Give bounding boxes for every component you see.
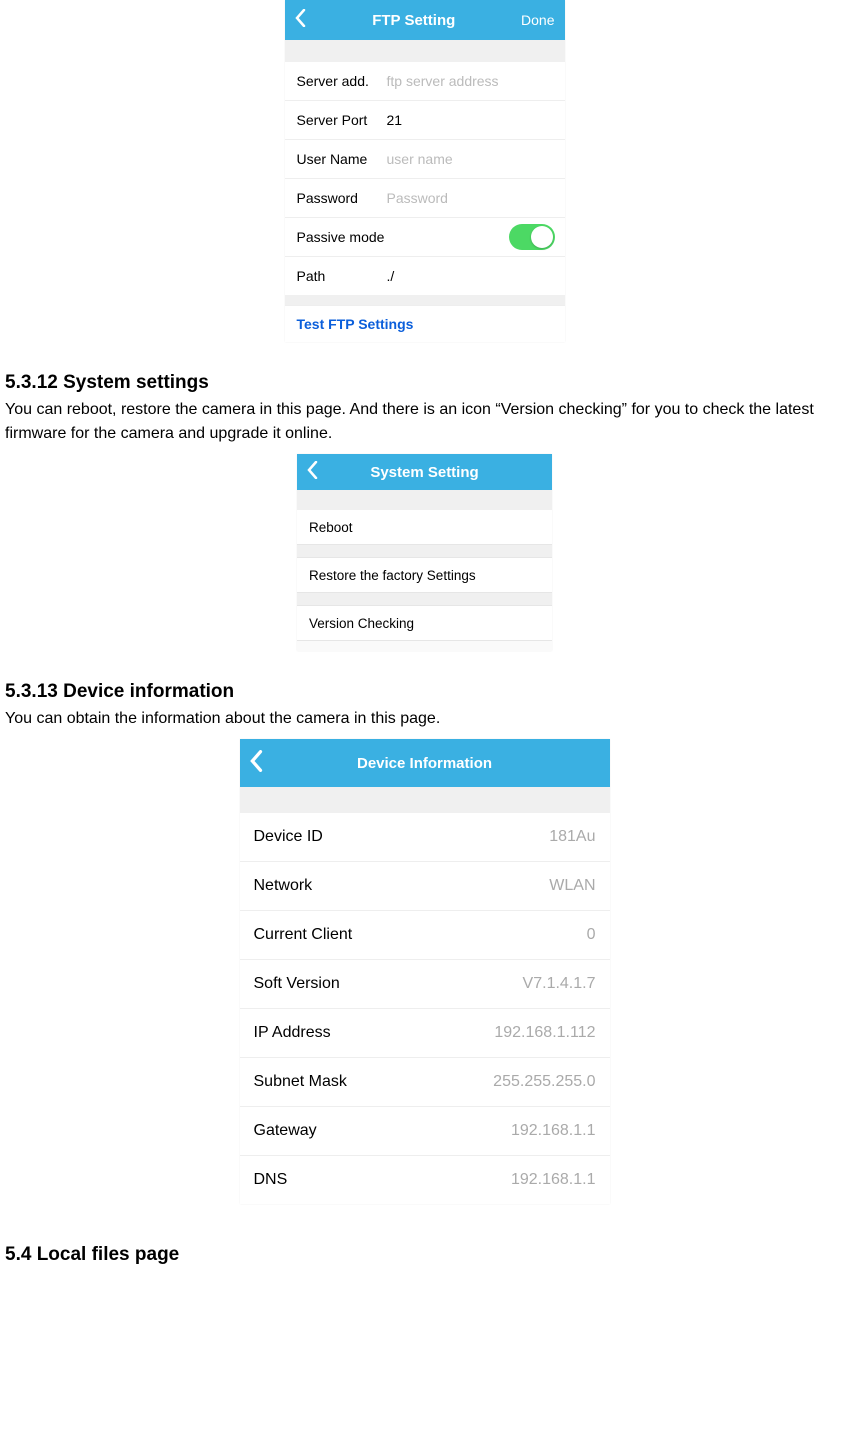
system-title: System Setting	[319, 464, 530, 481]
spacer	[297, 490, 552, 510]
spacer	[285, 40, 565, 62]
dns-row: DNS 192.168.1.1	[240, 1156, 610, 1204]
dns-label: DNS	[254, 1171, 288, 1189]
back-icon[interactable]	[250, 750, 264, 777]
gateway-label: Gateway	[254, 1122, 317, 1140]
device-information-screenshot: Device Information Device ID 181Au Netwo…	[240, 739, 610, 1204]
restore-label: Restore the factory Settings	[309, 568, 476, 583]
spacer	[240, 787, 610, 813]
spacer	[297, 544, 552, 558]
device-id-value: 181Au	[549, 828, 595, 846]
device-id-row: Device ID 181Au	[240, 813, 610, 862]
network-row: Network WLAN	[240, 862, 610, 911]
reboot-row[interactable]: Reboot	[297, 510, 552, 544]
server-port-input[interactable]: 21	[387, 112, 403, 128]
heading-system-settings: 5.3.12 System settings	[5, 372, 844, 394]
password-label: Password	[297, 190, 387, 206]
soft-version-value: V7.1.4.1.7	[523, 975, 596, 993]
path-row[interactable]: Path ./	[285, 257, 565, 295]
password-row[interactable]: Password Password	[285, 179, 565, 218]
server-port-row[interactable]: Server Port 21	[285, 101, 565, 140]
body-system-settings: You can reboot, restore the camera in th…	[5, 398, 844, 446]
device-title: Device Information	[264, 755, 586, 772]
heading-device-information: 5.3.13 Device information	[5, 681, 844, 703]
current-client-value: 0	[587, 926, 596, 944]
device-header: Device Information	[240, 739, 610, 787]
ftp-title: FTP Setting	[307, 12, 522, 29]
current-client-label: Current Client	[254, 926, 353, 944]
path-label: Path	[297, 268, 387, 284]
system-header: System Setting	[297, 454, 552, 490]
passive-mode-label: Passive mode	[297, 229, 385, 245]
user-name-row[interactable]: User Name user name	[285, 140, 565, 179]
passive-mode-row: Passive mode	[285, 218, 565, 257]
reboot-label: Reboot	[309, 520, 353, 535]
subnet-mask-value: 255.255.255.0	[493, 1073, 595, 1091]
gateway-value: 192.168.1.1	[511, 1122, 596, 1140]
user-name-input[interactable]: user name	[387, 151, 453, 167]
back-icon[interactable]	[307, 461, 319, 483]
version-checking-row[interactable]: Version Checking	[297, 606, 552, 640]
ftp-header: FTP Setting Done	[285, 0, 565, 40]
server-port-label: Server Port	[297, 112, 387, 128]
soft-version-row: Soft Version V7.1.4.1.7	[240, 960, 610, 1009]
network-value: WLAN	[549, 877, 595, 895]
restore-row[interactable]: Restore the factory Settings	[297, 558, 552, 592]
network-label: Network	[254, 877, 313, 895]
dns-value: 192.168.1.1	[511, 1171, 596, 1189]
done-button[interactable]: Done	[521, 12, 554, 28]
server-address-row[interactable]: Server add. ftp server address	[285, 62, 565, 101]
version-checking-label: Version Checking	[309, 616, 414, 631]
heading-local-files: 5.4 Local files page	[5, 1244, 844, 1266]
soft-version-label: Soft Version	[254, 975, 340, 993]
server-address-input[interactable]: ftp server address	[387, 73, 499, 89]
gateway-row: Gateway 192.168.1.1	[240, 1107, 610, 1156]
subnet-mask-row: Subnet Mask 255.255.255.0	[240, 1058, 610, 1107]
device-id-label: Device ID	[254, 828, 323, 846]
path-input[interactable]: ./	[387, 268, 395, 284]
system-setting-screenshot: System Setting Reboot Restore the factor…	[297, 454, 552, 651]
server-address-label: Server add.	[297, 73, 387, 89]
test-ftp-button[interactable]: Test FTP Settings	[285, 305, 565, 342]
spacer	[297, 640, 552, 651]
spacer	[285, 295, 565, 305]
password-input[interactable]: Password	[387, 190, 448, 206]
ip-address-row: IP Address 192.168.1.112	[240, 1009, 610, 1058]
user-name-label: User Name	[297, 151, 387, 167]
ip-address-value: 192.168.1.112	[494, 1024, 595, 1042]
ftp-setting-screenshot: FTP Setting Done Server add. ftp server …	[285, 0, 565, 342]
ip-address-label: IP Address	[254, 1024, 331, 1042]
body-device-information: You can obtain the information about the…	[5, 707, 844, 731]
spacer	[297, 592, 552, 606]
subnet-mask-label: Subnet Mask	[254, 1073, 347, 1091]
passive-mode-toggle[interactable]	[509, 224, 555, 250]
back-icon[interactable]	[295, 9, 307, 31]
current-client-row: Current Client 0	[240, 911, 610, 960]
